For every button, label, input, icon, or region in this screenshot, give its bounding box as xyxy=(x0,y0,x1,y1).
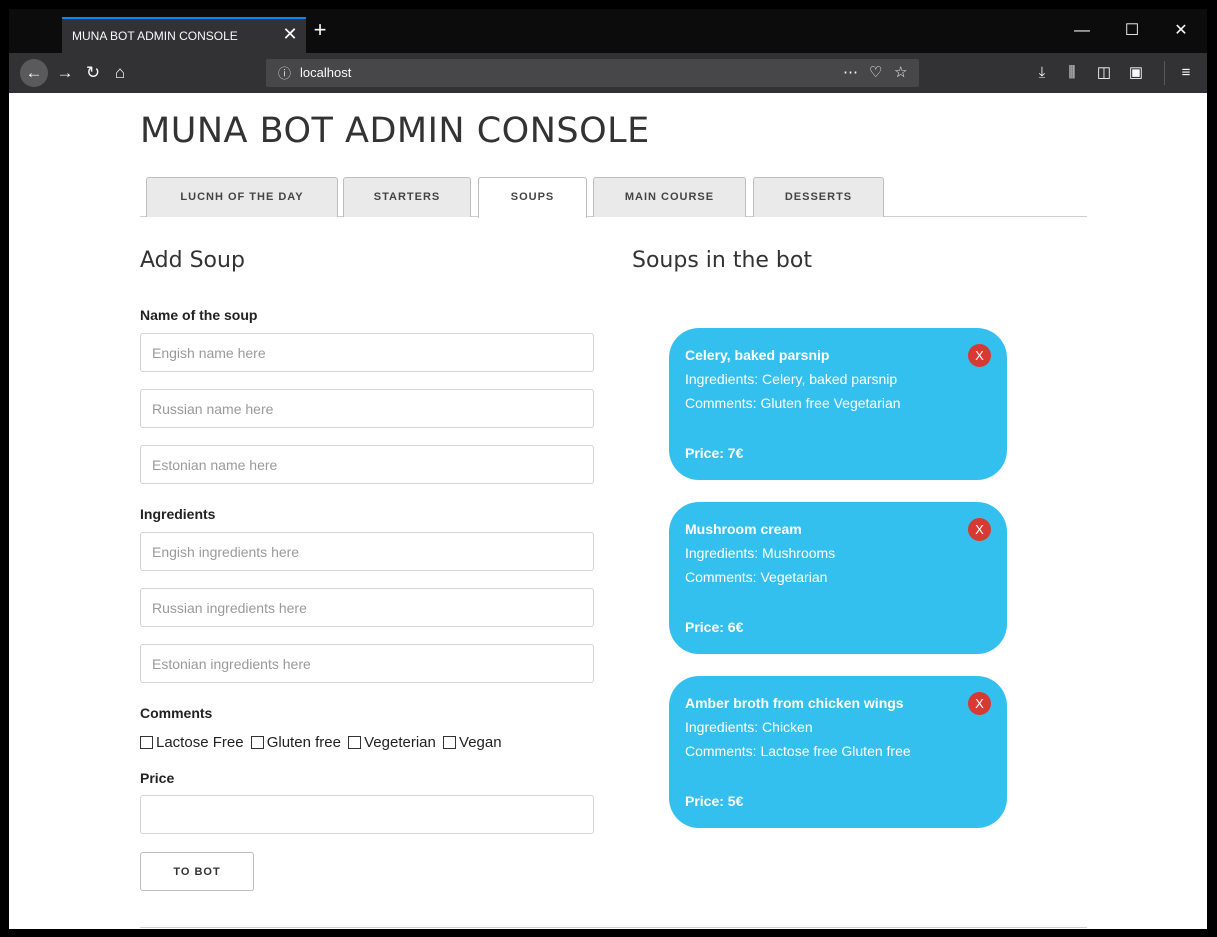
checkbox-box[interactable] xyxy=(250,736,264,749)
browser-window: MUNA BOT ADMIN CONSOLE ✕ + — ☐ ✕ ← → ↻ ⌂… xyxy=(9,9,1207,929)
tab-soups[interactable]: SOUPS xyxy=(478,177,587,218)
russian-name-input[interactable] xyxy=(140,389,594,428)
tab-starters[interactable]: STARTERS xyxy=(343,177,471,217)
price-input[interactable] xyxy=(140,795,594,834)
english-ingredients-input[interactable] xyxy=(140,532,594,571)
soup-comments: Comments: Lactose free Gluten free xyxy=(685,743,911,759)
soup-comments: Comments: Vegetarian xyxy=(685,569,828,585)
home-icon[interactable]: ⌂ xyxy=(108,61,132,85)
soup-price: Price: 7€ xyxy=(685,445,744,461)
minimize-icon[interactable]: — xyxy=(1067,21,1097,41)
soup-card: Mushroom cream Ingredients: Mushrooms Co… xyxy=(669,502,1007,654)
name-label: Name of the soup xyxy=(140,307,258,323)
category-tabs: LUCNH OF THE DAY STARTERS SOUPS MAIN COU… xyxy=(140,164,1087,218)
soup-ingredients: Ingredients: Chicken xyxy=(685,719,813,735)
footer-divider xyxy=(140,927,1087,928)
checkbox-label: Lactose Free xyxy=(156,734,244,751)
sidebar-icon[interactable]: ◫ xyxy=(1093,61,1115,85)
soups-list-heading: Soups in the bot xyxy=(632,248,812,273)
tab-strip: MUNA BOT ADMIN CONSOLE ✕ + — ☐ ✕ xyxy=(9,9,1207,53)
checkbox-label: Vegeterian xyxy=(364,734,436,751)
soup-price: Price: 5€ xyxy=(685,793,744,809)
soup-name: Mushroom cream xyxy=(685,521,802,537)
english-name-input[interactable] xyxy=(140,333,594,372)
soup-name: Celery, baked parsnip xyxy=(685,347,830,363)
checkbox-box[interactable] xyxy=(443,736,457,749)
add-soup-heading: Add Soup xyxy=(140,248,245,273)
checkbox-label: Gluten free xyxy=(266,734,341,751)
checkbox-label: Vegan xyxy=(459,734,502,751)
library-icon[interactable]: ⫼ xyxy=(1061,61,1083,85)
new-tab-icon[interactable]: + xyxy=(309,19,331,41)
estonian-name-input[interactable] xyxy=(140,445,594,484)
maximize-icon[interactable]: ☐ xyxy=(1117,21,1147,41)
russian-ingredients-input[interactable] xyxy=(140,588,594,627)
delete-soup-button[interactable]: X xyxy=(968,344,991,367)
soup-card: Amber broth from chicken wings Ingredien… xyxy=(669,676,1007,828)
toolbar-separator xyxy=(1164,61,1165,85)
vegan-checkbox[interactable]: Vegan xyxy=(443,734,502,751)
soup-ingredients: Ingredients: Mushrooms xyxy=(685,545,836,561)
info-icon[interactable]: ⓘ xyxy=(278,63,291,82)
reload-icon[interactable]: ↻ xyxy=(81,61,105,85)
price-label: Price xyxy=(140,770,175,786)
page-content: MUNA BOT ADMIN CONSOLE LUCNH OF THE DAY … xyxy=(9,93,1207,929)
pocket-icon[interactable]: ♡ xyxy=(869,63,882,81)
close-tab-icon[interactable]: ✕ xyxy=(280,24,300,44)
checkbox-box[interactable] xyxy=(140,736,153,749)
soup-card: Celery, baked parsnip Ingredients: Celer… xyxy=(669,328,1007,480)
delete-soup-button[interactable]: X xyxy=(968,518,991,541)
comments-checkboxes: Lactose Free Gluten free Vegeterian Vega… xyxy=(140,734,505,753)
download-icon[interactable]: ⤓ xyxy=(1031,61,1053,85)
menu-icon[interactable]: ≡ xyxy=(1175,61,1197,85)
tab-lunch-of-the-day[interactable]: LUCNH OF THE DAY xyxy=(146,177,338,217)
back-arrow-icon[interactable]: ← xyxy=(20,59,48,87)
address-bar[interactable]: ⓘ localhost ⋯ ♡ ☆ xyxy=(266,59,919,87)
url-text: localhost xyxy=(300,65,352,80)
page-actions-icon[interactable]: ⋯ xyxy=(843,63,858,81)
tab-main-course[interactable]: MAIN COURSE xyxy=(593,177,746,217)
lactose-free-checkbox[interactable]: Lactose Free xyxy=(140,734,244,751)
gluten-free-checkbox[interactable]: Gluten free xyxy=(250,734,341,751)
estonian-ingredients-input[interactable] xyxy=(140,644,594,683)
vegetarian-checkbox[interactable]: Vegeterian xyxy=(348,734,436,751)
extension-icon[interactable]: ▣ xyxy=(1125,61,1147,85)
forward-arrow-icon[interactable]: → xyxy=(53,61,77,85)
comments-label: Comments xyxy=(140,705,213,721)
soup-name: Amber broth from chicken wings xyxy=(685,695,904,711)
ingredients-label: Ingredients xyxy=(140,506,216,522)
soup-comments: Comments: Gluten free Vegetarian xyxy=(685,395,901,411)
soup-ingredients: Ingredients: Celery, baked parsnip xyxy=(685,371,898,387)
soup-price: Price: 6€ xyxy=(685,619,744,635)
page-title: MUNA BOT ADMIN CONSOLE xyxy=(140,111,650,151)
bookmark-star-icon[interactable]: ☆ xyxy=(894,63,907,81)
tab-desserts[interactable]: DESSERTS xyxy=(753,177,884,217)
to-bot-button[interactable]: TO BOT xyxy=(140,852,254,891)
close-window-icon[interactable]: ✕ xyxy=(1166,21,1196,41)
checkbox-box[interactable] xyxy=(348,736,362,749)
browser-tab-title: MUNA BOT ADMIN CONSOLE xyxy=(72,29,238,43)
navigation-bar: ← → ↻ ⌂ ⓘ localhost ⋯ ♡ ☆ ⤓ ⫼ ◫ ▣ ≡ xyxy=(9,53,1207,93)
delete-soup-button[interactable]: X xyxy=(968,692,991,715)
browser-tab[interactable]: MUNA BOT ADMIN CONSOLE ✕ xyxy=(62,17,306,53)
